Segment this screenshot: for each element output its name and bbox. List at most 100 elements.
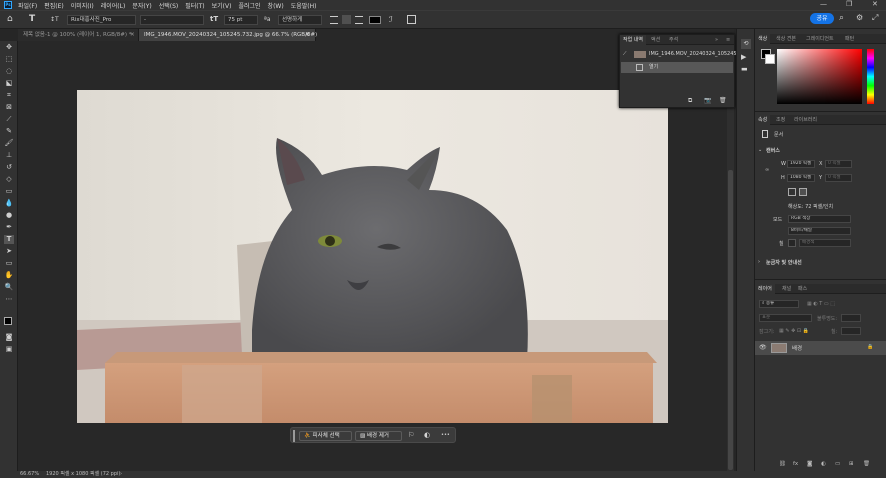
scrollbar-thumb[interactable] xyxy=(728,170,733,470)
tab-adjustments[interactable]: 조정 xyxy=(773,115,788,125)
fill-select[interactable]: 배경색 xyxy=(799,239,851,247)
menu-file[interactable]: 파일(F) xyxy=(18,1,37,10)
settings-gear-icon[interactable]: ⚙ xyxy=(856,13,863,22)
lasso-tool-icon[interactable]: ◌ xyxy=(4,67,14,76)
canvas-section-title[interactable]: 캔버스 xyxy=(766,147,780,154)
lock-options-icons[interactable]: ▦ ✎ ✥ ⊡ 🔒 xyxy=(779,328,809,334)
text-color-swatch[interactable] xyxy=(369,16,381,24)
tab-patterns[interactable]: 패턴 xyxy=(842,34,857,44)
healing-brush-tool-icon[interactable]: ✎ xyxy=(4,127,14,136)
menu-edit[interactable]: 편집(E) xyxy=(44,1,64,10)
tab-paths[interactable]: 패스 xyxy=(795,284,810,294)
visibility-eye-icon[interactable]: 👁 xyxy=(759,344,767,351)
canvas-section-chevron-icon[interactable]: ⌄ xyxy=(758,147,762,153)
warp-text-icon[interactable]: ℐ xyxy=(389,15,393,24)
rulers-guides-section-title[interactable]: 눈금자 및 안내선 xyxy=(766,259,802,266)
move-tool-icon[interactable]: ✥ xyxy=(4,43,14,52)
workspace-icon[interactable]: ⤢ xyxy=(872,13,878,23)
align-left-icon[interactable] xyxy=(330,16,338,24)
blend-mode-select[interactable]: 표준 xyxy=(759,314,812,322)
tab-properties[interactable]: 속성 xyxy=(755,115,771,125)
more-options-icon[interactable]: ⚐ xyxy=(408,431,414,439)
menu-view[interactable]: 보기(V) xyxy=(212,1,232,10)
hue-slider[interactable] xyxy=(867,49,874,104)
tab-img-1946[interactable]: IMG_1946.MOV_20240324_105245.732.jpg @ 6… xyxy=(139,29,317,41)
history-step-open[interactable]: 열기 xyxy=(621,62,733,73)
type-tool-icon[interactable]: T xyxy=(4,235,14,244)
font-size-select[interactable]: 75 pt xyxy=(224,15,258,25)
menu-layer[interactable]: 레이어(L) xyxy=(101,1,126,10)
opacity-field[interactable] xyxy=(841,314,861,322)
history-brush-tool-icon[interactable]: ↺ xyxy=(4,163,14,172)
eyedropper-tool-icon[interactable]: ⟋ xyxy=(4,115,14,124)
more-actions-icon[interactable]: ••• xyxy=(441,432,450,438)
home-icon[interactable]: ⌂ xyxy=(7,14,13,24)
text-orientation-icon[interactable]: ↕T xyxy=(50,16,59,23)
share-button[interactable]: 공유 xyxy=(810,13,834,24)
menu-plugins[interactable]: 플러그인 xyxy=(238,1,260,10)
align-center-icon[interactable] xyxy=(342,15,351,24)
tab-channels[interactable]: 채널 xyxy=(779,284,794,294)
tab-actions[interactable]: 액션 xyxy=(648,35,663,45)
delete-icon[interactable]: 🗑 xyxy=(719,97,727,104)
tab-notes[interactable]: 주석 xyxy=(666,35,681,45)
zoom-tool-icon[interactable]: 🔍 xyxy=(4,283,14,292)
close-tab-icon[interactable]: ✕ xyxy=(130,29,135,41)
tab-untitled-1[interactable]: 제목 없음-1 @ 100% (레이어 1, RGB/8#) * ✕ xyxy=(18,29,139,41)
new-document-from-state-icon[interactable]: ⧉ xyxy=(688,97,692,105)
edit-toolbar-icon[interactable]: ⋯ xyxy=(4,295,14,304)
status-menu-arrow-icon[interactable]: › xyxy=(120,471,122,478)
canvas-y-field[interactable]: 0 픽셀 xyxy=(825,174,852,182)
history-snapshot-row[interactable]: ⟋ IMG_1946.MOV_20240324_105245... xyxy=(621,49,741,60)
color-field[interactable] xyxy=(777,49,862,104)
close-window-button[interactable]: ✕ xyxy=(872,0,878,8)
menu-select[interactable]: 선택(S) xyxy=(159,1,179,10)
play-action-icon[interactable]: ▶ xyxy=(741,53,746,61)
search-icon[interactable]: ⌕ xyxy=(839,13,844,23)
minimize-button[interactable]: — xyxy=(820,0,827,8)
snapshot-camera-icon[interactable]: 📷 xyxy=(704,97,711,104)
character-panel-icon[interactable] xyxy=(407,15,416,24)
menu-help[interactable]: 도움말(H) xyxy=(291,1,317,10)
brush-tool-icon[interactable]: 🖌 xyxy=(4,139,14,148)
menu-window[interactable]: 창(W) xyxy=(268,1,284,10)
restore-button[interactable]: ❐ xyxy=(846,0,852,8)
link-layers-icon[interactable]: ⛓ xyxy=(779,461,786,467)
comments-icon[interactable]: ▬ xyxy=(741,65,748,73)
gradient-tool-icon[interactable]: ▭ xyxy=(4,187,14,196)
antialias-select[interactable]: 선명하게 xyxy=(278,15,322,25)
tab-color[interactable]: 색상 xyxy=(755,34,771,44)
fill-color-swatch[interactable] xyxy=(788,239,796,247)
object-selection-tool-icon[interactable]: ⬕ xyxy=(4,79,14,88)
tab-layers[interactable]: 레이어 xyxy=(755,284,775,294)
screen-mode-icon[interactable]: ▣ xyxy=(4,345,14,354)
dodge-tool-icon[interactable]: ● xyxy=(4,211,14,220)
tab-history[interactable]: 작업 내역 xyxy=(620,35,646,45)
link-dimensions-icon[interactable]: ∞ xyxy=(765,167,769,173)
document-image[interactable] xyxy=(77,90,668,423)
zoom-level[interactable]: 66.67% xyxy=(20,471,39,478)
rectangle-tool-icon[interactable]: ▭ xyxy=(4,259,14,268)
layer-row-background[interactable]: 👁 배경 🔒 xyxy=(755,341,886,355)
clone-stamp-tool-icon[interactable]: ⊥ xyxy=(4,151,14,160)
color-mode-select[interactable]: RGB 색상 xyxy=(788,215,851,223)
blur-tool-icon[interactable]: 💧 xyxy=(4,199,14,208)
foreground-color-swatch[interactable] xyxy=(4,317,12,325)
drag-handle[interactable] xyxy=(293,430,295,442)
tab-swatches[interactable]: 색상 견본 xyxy=(773,34,799,44)
menu-filter[interactable]: 필터(T) xyxy=(185,1,204,10)
select-subject-button[interactable]: ⛹ 피사체 선택 xyxy=(299,431,352,441)
path-selection-tool-icon[interactable]: ➤ xyxy=(4,247,14,256)
tab-gradients[interactable]: 그레이디언트 xyxy=(803,34,837,44)
delete-layer-icon[interactable]: 🗑 xyxy=(863,461,870,467)
adjustment-layer-icon[interactable]: ◐ xyxy=(821,461,826,467)
canvas-x-field[interactable]: 0 픽셀 xyxy=(825,160,852,168)
landscape-orientation-icon[interactable] xyxy=(799,188,807,196)
rulers-section-chevron-icon[interactable]: › xyxy=(758,259,760,265)
frame-tool-icon[interactable]: ⊠ xyxy=(4,103,14,112)
tab-libraries[interactable]: 라이브러리 xyxy=(791,115,820,125)
quick-mask-icon[interactable]: ◙ xyxy=(4,333,14,342)
new-layer-icon[interactable]: ⊞ xyxy=(849,461,854,467)
font-family-select[interactable]: Rix대흥사진_Pro xyxy=(67,15,136,25)
collapse-panel-icon[interactable]: » xyxy=(712,35,721,45)
